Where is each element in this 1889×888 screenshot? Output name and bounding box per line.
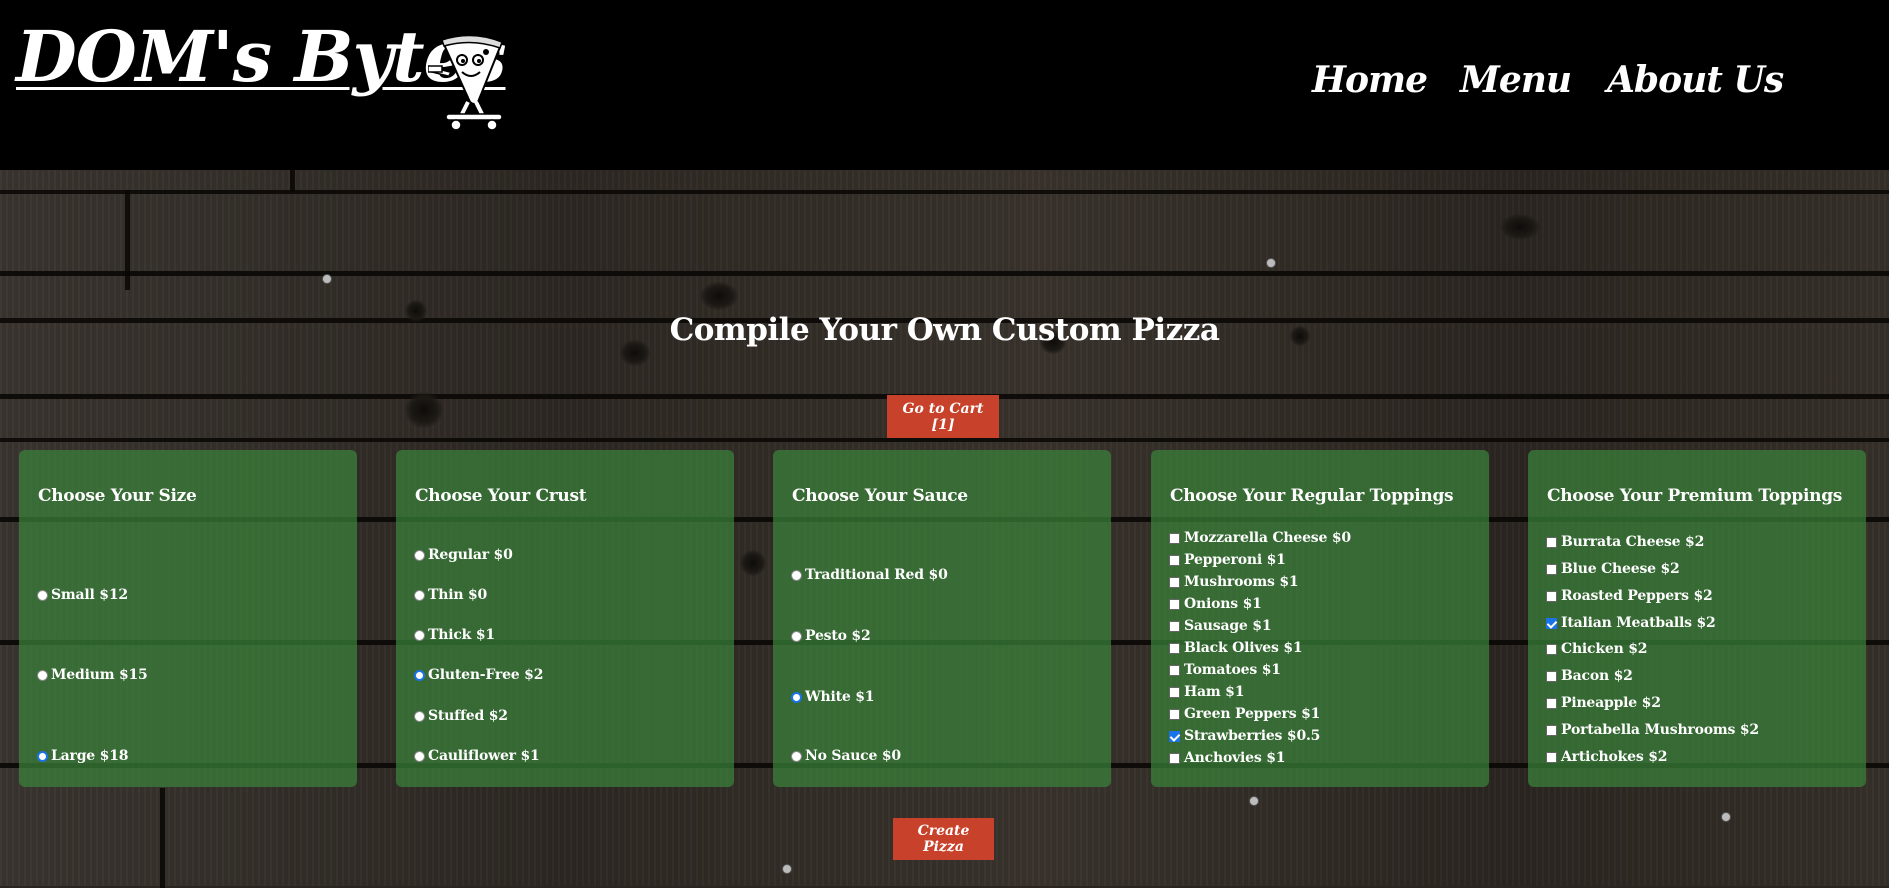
sauce-option-traditional-red[interactable]: Traditional Red $0 [791, 567, 948, 583]
crust-option-thick[interactable]: Thick $1 [414, 627, 495, 643]
premium-roasted-peppers[interactable]: Roasted Peppers $2 [1546, 588, 1713, 604]
sauce-option-no-sauce[interactable]: No Sauce $0 [791, 748, 901, 764]
premium-toppings-heading: Choose Your Premium Toppings [1547, 486, 1843, 506]
radio-button[interactable] [414, 549, 425, 561]
topping-mozzarella[interactable]: Mozzarella Cheese $0 [1169, 530, 1351, 546]
create-pizza-button[interactable]: Create Pizza [893, 818, 994, 860]
premium-portabella-mushrooms[interactable]: Portabella Mushrooms $2 [1546, 722, 1759, 738]
checkbox[interactable] [1546, 536, 1557, 548]
crust-option-stuffed[interactable]: Stuffed $2 [414, 708, 508, 724]
topping-anchovies[interactable]: Anchovies $1 [1169, 750, 1285, 766]
crust-heading: Choose Your Crust [415, 486, 587, 506]
topping-tomatoes[interactable]: Tomatoes $1 [1169, 662, 1281, 678]
premium-artichokes[interactable]: Artichokes $2 [1546, 749, 1668, 765]
checkbox-checked[interactable] [1169, 730, 1180, 742]
regular-toppings-panel: Choose Your Regular Toppings Mozzarella … [1151, 450, 1489, 787]
topping-black-olives[interactable]: Black Olives $1 [1169, 640, 1303, 656]
checkbox[interactable] [1169, 664, 1180, 676]
topping-green-peppers[interactable]: Green Peppers $1 [1169, 706, 1320, 722]
size-option-large[interactable]: Large $18 [37, 748, 128, 764]
nav-about-us[interactable]: About Us [1607, 62, 1784, 98]
premium-blue-cheese[interactable]: Blue Cheese $2 [1546, 561, 1680, 577]
page-title: Compile Your Own Custom Pizza [669, 312, 1220, 348]
topping-strawberries[interactable]: Strawberries $0.5 [1169, 728, 1320, 744]
topping-onions[interactable]: Onions $1 [1169, 596, 1262, 612]
checkbox[interactable] [1546, 563, 1557, 575]
topping-pepperoni[interactable]: Pepperoni $1 [1169, 552, 1286, 568]
sauce-heading: Choose Your Sauce [792, 486, 968, 506]
crust-panel: Choose Your Crust Regular $0 Thin $0 Thi… [396, 450, 734, 787]
crust-option-gluten-free[interactable]: Gluten-Free $2 [414, 667, 543, 683]
radio-button[interactable] [791, 630, 802, 642]
checkbox[interactable] [1546, 670, 1557, 682]
crust-option-cauliflower[interactable]: Cauliflower $1 [414, 748, 540, 764]
sauce-panel: Choose Your Sauce Traditional Red $0 Pes… [773, 450, 1111, 787]
nav-menu[interactable]: Menu [1460, 62, 1572, 98]
checkbox[interactable] [1546, 724, 1557, 736]
premium-pineapple[interactable]: Pineapple $2 [1546, 695, 1661, 711]
checkbox[interactable] [1169, 708, 1180, 720]
radio-button-selected[interactable] [37, 750, 48, 762]
checkbox[interactable] [1546, 751, 1557, 763]
radio-button-selected[interactable] [791, 691, 802, 703]
checkbox[interactable] [1169, 686, 1180, 698]
checkbox[interactable] [1169, 554, 1180, 566]
sauce-option-pesto[interactable]: Pesto $2 [791, 628, 871, 644]
nav-home[interactable]: Home [1312, 62, 1428, 98]
radio-button[interactable] [791, 569, 802, 581]
size-option-small[interactable]: Small $12 [37, 587, 128, 603]
checkbox[interactable] [1169, 532, 1180, 544]
premium-burrata-cheese[interactable]: Burrata Cheese $2 [1546, 534, 1704, 550]
regular-toppings-heading: Choose Your Regular Toppings [1170, 486, 1454, 506]
pizza-mascot-icon [428, 34, 504, 131]
radio-button[interactable] [791, 750, 802, 762]
go-to-cart-button[interactable]: Go to Cart [1] [887, 395, 999, 438]
checkbox[interactable] [1546, 643, 1557, 655]
premium-italian-meatballs[interactable]: Italian Meatballs $2 [1546, 615, 1716, 631]
radio-button[interactable] [37, 669, 48, 681]
radio-button[interactable] [37, 589, 48, 601]
radio-button[interactable] [414, 629, 425, 641]
checkbox-checked[interactable] [1546, 617, 1557, 629]
topping-ham[interactable]: Ham $1 [1169, 684, 1244, 700]
premium-bacon[interactable]: Bacon $2 [1546, 668, 1633, 684]
radio-button-selected[interactable] [414, 669, 425, 681]
topping-sausage[interactable]: Sausage $1 [1169, 618, 1272, 634]
checkbox[interactable] [1169, 752, 1180, 764]
checkbox[interactable] [1546, 697, 1557, 709]
checkbox[interactable] [1169, 642, 1180, 654]
checkbox[interactable] [1169, 598, 1180, 610]
radio-button[interactable] [414, 589, 425, 601]
radio-button[interactable] [414, 750, 425, 762]
radio-button[interactable] [414, 710, 425, 722]
checkbox[interactable] [1169, 620, 1180, 632]
checkbox[interactable] [1546, 590, 1557, 602]
topping-mushrooms[interactable]: Mushrooms $1 [1169, 574, 1299, 590]
size-panel: Choose Your Size Small $12 Medium $15 La… [19, 450, 357, 787]
premium-chicken[interactable]: Chicken $2 [1546, 641, 1648, 657]
checkbox[interactable] [1169, 576, 1180, 588]
size-option-medium[interactable]: Medium $15 [37, 667, 148, 683]
crust-option-regular[interactable]: Regular $0 [414, 547, 513, 563]
crust-option-thin[interactable]: Thin $0 [414, 587, 487, 603]
sauce-option-white[interactable]: White $1 [791, 689, 875, 705]
premium-toppings-panel: Choose Your Premium Toppings Burrata Che… [1528, 450, 1866, 787]
site-header: DOM's Bytes Home Menu About Us [0, 0, 1889, 170]
size-heading: Choose Your Size [38, 486, 197, 506]
